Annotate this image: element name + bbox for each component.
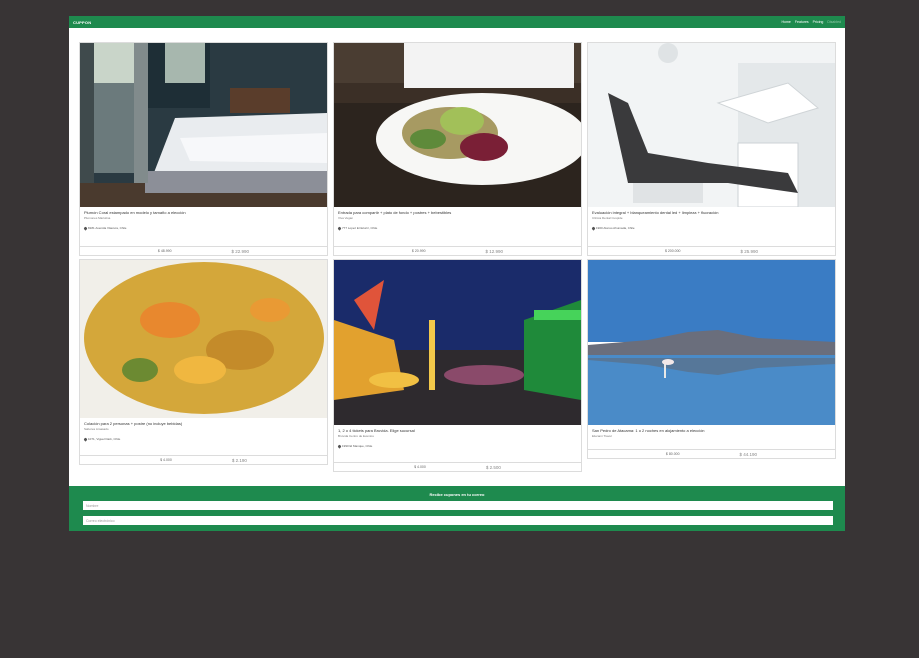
coupon-title: 1, 2 o 4 tickets para Bruvida. Elige suc… xyxy=(338,428,415,433)
coupon-address: 1071, Viguel Dark, Chile xyxy=(83,436,323,442)
nav-home[interactable]: Home xyxy=(782,20,791,24)
coupon-title: Plumón Coral estampado en modelo y tamañ… xyxy=(84,210,186,215)
coupon-company: Viva Vegan xyxy=(338,216,354,220)
nav-pricing[interactable]: Pricing xyxy=(813,20,824,24)
coupon-card-viva-vegan[interactable]: Entrada para compartir + plato de fondo … xyxy=(333,42,582,256)
coupon-prices: $ 4.000 $ 2.190 xyxy=(80,455,327,464)
new-price: $ 2.500 xyxy=(485,464,501,470)
coupon-prices: $ 20.990 $ 12.990 xyxy=(334,246,581,255)
coupon-prices: $ 48.990 $ 22.990 xyxy=(80,246,327,255)
page: CUPPON Home Features Pricing Disabled Pl… xyxy=(69,16,845,531)
coupon-title: San Pedro de Atacama: 1 o 2 noches en al… xyxy=(592,428,705,433)
old-price: $ 4.000 xyxy=(414,465,426,469)
coupon-image-carnival[interactable] xyxy=(334,260,581,425)
nav-disabled: Disabled xyxy=(827,20,841,24)
coupon-title: Evaluación integral + blanqueamiento den… xyxy=(592,210,719,215)
coupon-card-sabores[interactable]: Colación para 2 personas + postre (no in… xyxy=(79,259,328,465)
coupon-title: Entrada para compartir + plato de fondo … xyxy=(338,210,452,215)
coupon-image-atacama[interactable] xyxy=(588,260,835,425)
coupon-company: Clínica Dental Cuspide xyxy=(592,216,623,220)
coupon-card-dental[interactable]: Evaluación integral + blanqueamiento den… xyxy=(587,42,836,256)
location-pin-icon xyxy=(83,225,88,231)
coupon-address: 777 Lopez Errázuriz, Chile xyxy=(337,225,577,231)
location-pin-icon xyxy=(591,225,596,231)
coupon-card-atacama[interactable]: San Pedro de Atacama: 1 o 2 noches en al… xyxy=(587,259,836,459)
coupon-address: 1990 El Manque, Chile xyxy=(337,443,577,449)
old-price: $ 48.990 xyxy=(157,249,172,253)
location-pin-icon xyxy=(337,225,342,231)
new-price: $ 25.990 xyxy=(740,248,759,254)
coupon-company: Elucami Travel xyxy=(592,434,612,438)
coupon-image-bedroom[interactable] xyxy=(80,43,327,207)
coupon-company: Bruvida Centro de Eventos xyxy=(338,434,374,438)
nav-links: Home Features Pricing Disabled xyxy=(782,20,841,24)
coupon-prices: $ 80.000 $ 44.190 xyxy=(588,449,835,458)
coupon-card-bruvida[interactable]: 1, 2 o 4 tickets para Bruvida. Elige suc… xyxy=(333,259,582,472)
coupon-prices: $ 200.000 $ 25.990 xyxy=(588,246,835,255)
location-pin-icon xyxy=(337,443,342,449)
coupon-address: 1900 Alonso Ahumada, Chile xyxy=(591,225,831,231)
old-price: $ 4.000 xyxy=(160,458,172,462)
location-pin-icon xyxy=(83,436,88,442)
new-price: $ 44.190 xyxy=(739,451,758,457)
coupon-company: Sabores Amasado xyxy=(84,427,109,431)
name-input[interactable] xyxy=(83,501,833,510)
coupon-address: 8181 Avenida Vitacura, Chile xyxy=(83,225,323,231)
coupon-company: Plumones Mariolina xyxy=(84,216,111,220)
old-price: $ 200.000 xyxy=(664,249,681,253)
nav-features[interactable]: Features xyxy=(795,20,809,24)
coupon-card-plumon[interactable]: Plumón Coral estampado en modelo y tamañ… xyxy=(79,42,328,256)
coupon-title: Colación para 2 personas + postre (no in… xyxy=(84,421,183,426)
newsletter-title: Recibe cupones en tu correo xyxy=(429,492,485,497)
new-price: $ 22.990 xyxy=(231,248,250,254)
coupon-prices: $ 4.000 $ 2.500 xyxy=(334,462,581,471)
coupon-image-salad[interactable] xyxy=(334,43,581,207)
coupon-image-food[interactable] xyxy=(80,260,327,418)
email-input[interactable] xyxy=(83,516,833,525)
old-price: $ 80.000 xyxy=(665,452,680,456)
old-price: $ 20.990 xyxy=(411,249,426,253)
newsletter-footer: Recibe cupones en tu correo xyxy=(69,486,845,531)
new-price: $ 12.990 xyxy=(485,248,504,254)
coupon-image-dental[interactable] xyxy=(588,43,835,207)
new-price: $ 2.190 xyxy=(231,457,247,463)
brand-logo[interactable]: CUPPON xyxy=(73,20,91,25)
navbar: CUPPON Home Features Pricing Disabled xyxy=(69,16,845,28)
